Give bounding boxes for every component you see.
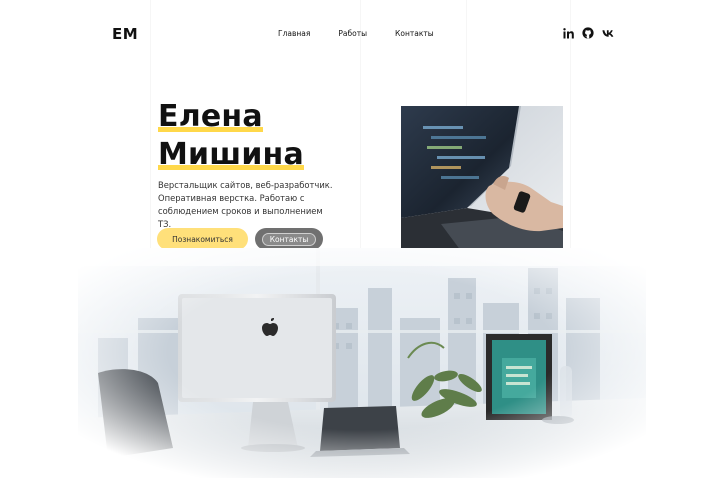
hero-description: Верстальщик сайтов, веб-разработчик. Опе… bbox=[158, 180, 333, 229]
linkedin-icon[interactable] bbox=[562, 27, 574, 39]
main-nav: Главная Работы Контакты bbox=[278, 29, 434, 38]
logo[interactable]: ЕМ bbox=[109, 25, 142, 43]
hero-title: Елена Мишина bbox=[158, 98, 304, 174]
nav-link-works[interactable]: Работы bbox=[338, 29, 367, 38]
office-workspace-image bbox=[78, 248, 646, 478]
laptop-photo bbox=[401, 106, 563, 251]
vk-icon[interactable] bbox=[602, 27, 614, 39]
nav-link-contacts[interactable]: Контакты bbox=[395, 29, 434, 38]
nav-link-home[interactable]: Главная bbox=[278, 29, 310, 38]
get-acquainted-button[interactable]: Познакомиться bbox=[157, 228, 248, 250]
social-links bbox=[562, 27, 614, 39]
contacts-button-label: Контакты bbox=[261, 232, 317, 246]
contacts-button[interactable]: Контакты bbox=[255, 228, 323, 250]
hero-name-last: Мишина bbox=[158, 137, 304, 172]
github-icon[interactable] bbox=[582, 27, 594, 39]
hero-name-first: Елена bbox=[158, 99, 263, 134]
